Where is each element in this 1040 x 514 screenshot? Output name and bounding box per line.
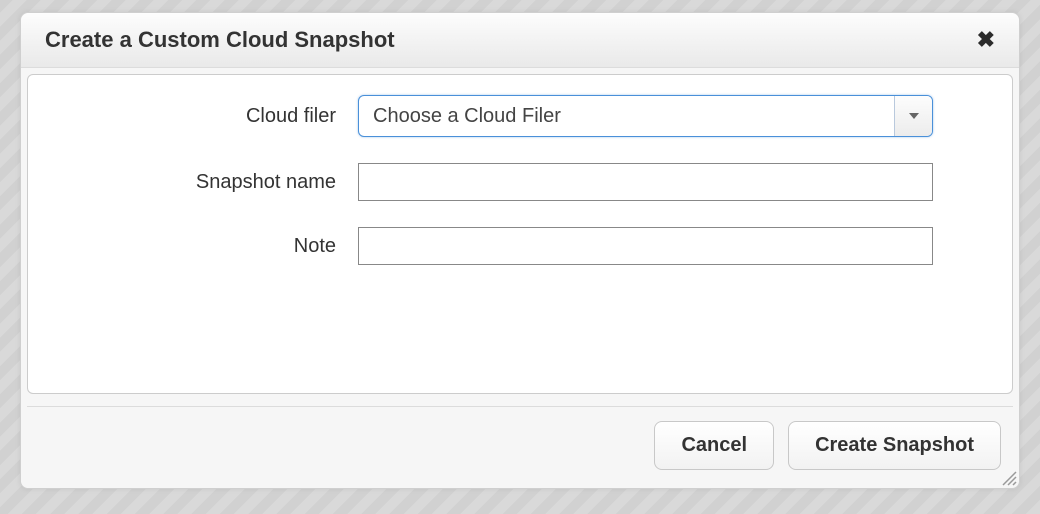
cloud-filer-select[interactable]: Choose a Cloud Filer <box>358 95 933 137</box>
dialog-header: Create a Custom Cloud Snapshot ✖ <box>21 13 1019 68</box>
create-snapshot-dialog: Create a Custom Cloud Snapshot ✖ Cloud f… <box>20 12 1020 489</box>
resize-grip-icon[interactable] <box>999 468 1017 486</box>
cloud-filer-selected-text: Choose a Cloud Filer <box>359 96 894 136</box>
label-cloud-filer: Cloud filer <box>68 105 358 128</box>
row-note: Note <box>68 227 972 265</box>
label-snapshot-name: Snapshot name <box>68 171 358 194</box>
close-icon[interactable]: ✖ <box>971 27 1001 53</box>
label-note: Note <box>68 235 358 258</box>
create-snapshot-button[interactable]: Create Snapshot <box>788 421 1001 470</box>
dialog-title: Create a Custom Cloud Snapshot <box>45 27 395 53</box>
row-snapshot-name: Snapshot name <box>68 163 972 201</box>
chevron-down-icon <box>894 96 932 136</box>
dialog-footer: Cancel Create Snapshot <box>21 407 1019 488</box>
note-input[interactable] <box>358 227 933 265</box>
row-cloud-filer: Cloud filer Choose a Cloud Filer <box>68 95 972 137</box>
cancel-button[interactable]: Cancel <box>654 421 774 470</box>
dialog-body: Cloud filer Choose a Cloud Filer Snapsho… <box>27 74 1013 394</box>
snapshot-name-input[interactable] <box>358 163 933 201</box>
